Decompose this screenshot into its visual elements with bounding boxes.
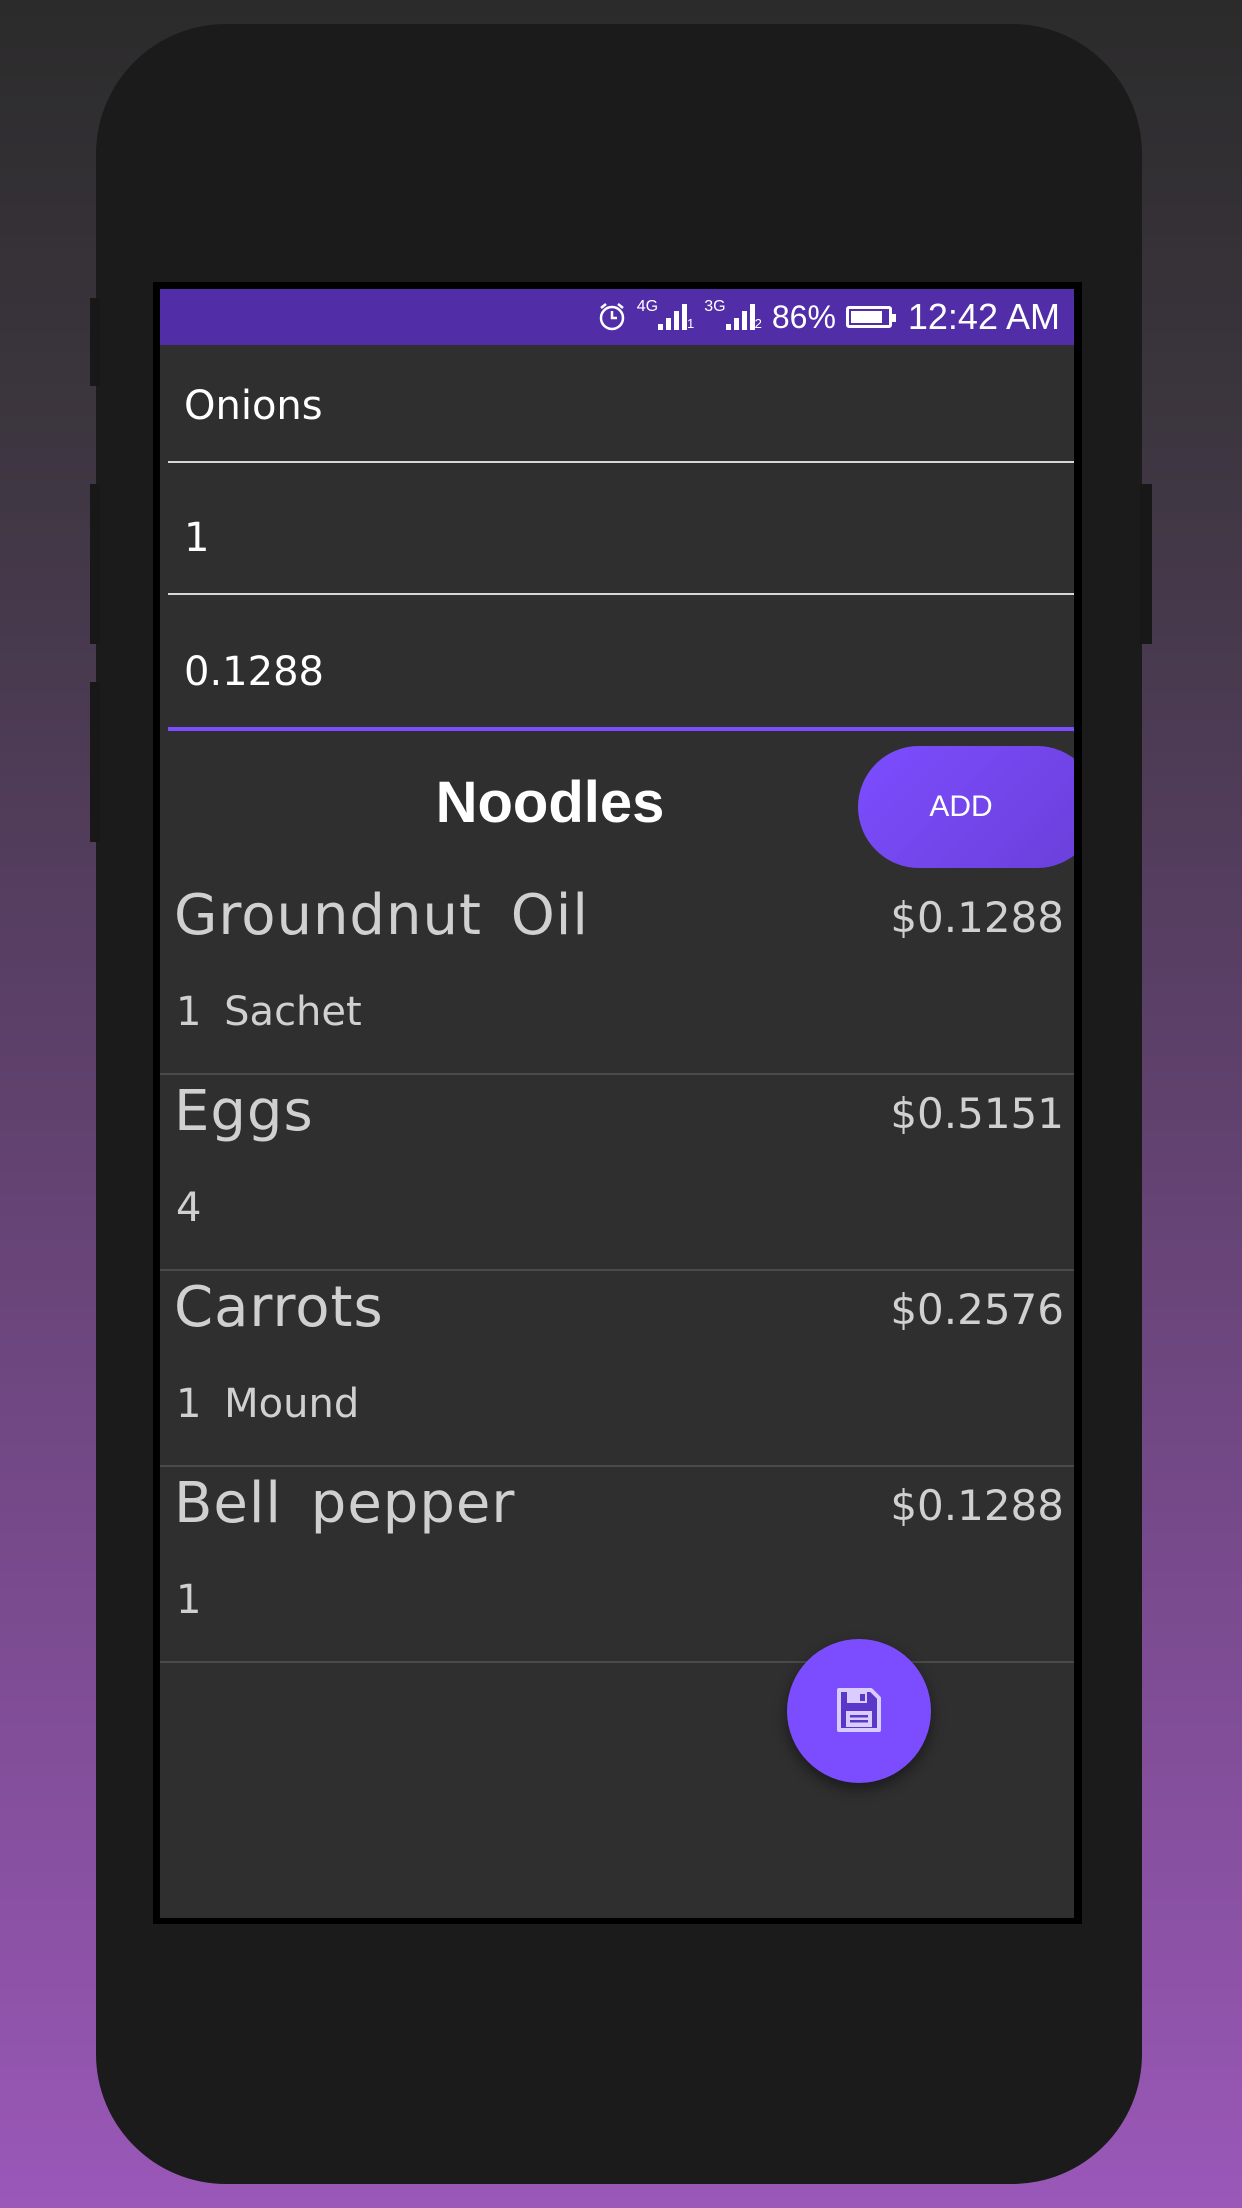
- item-name-underline: [168, 461, 1074, 463]
- add-button[interactable]: ADD: [858, 746, 1074, 868]
- side-button-left-1: [90, 298, 100, 386]
- ingredient-name: Eggs: [174, 1079, 314, 1144]
- ingredient-price: $0.2576: [890, 1285, 1064, 1334]
- quantity-value: 1: [184, 515, 210, 561]
- save-icon: [833, 1684, 885, 1739]
- signal-icon-sim1: 4G 1: [637, 298, 695, 331]
- status-clock: 12:42 AM: [907, 296, 1060, 337]
- ingredient-price: $0.1288: [890, 1481, 1064, 1530]
- price-value: 0.1288: [184, 649, 324, 695]
- ingredient-name: Carrots: [174, 1275, 384, 1340]
- battery-percent: 86%: [771, 298, 836, 335]
- network-type-1: 4G: [636, 298, 659, 315]
- alarm-icon: [597, 302, 627, 332]
- item-name-value: Onions: [184, 383, 323, 429]
- ingredient-name: Bell pepper: [174, 1471, 516, 1536]
- save-button[interactable]: [787, 1639, 931, 1783]
- network-type-2: 3G: [704, 298, 726, 315]
- battery-fill: [850, 311, 882, 323]
- side-button-left-2: [90, 484, 100, 644]
- price-underline: [168, 727, 1074, 731]
- app-screen: 4G 1 3G 2 86% 12:42 AM Onions 1 0.1288 N…: [160, 289, 1074, 1918]
- ingredient-quantity: 1 Sachet: [176, 989, 362, 1035]
- ingredient-name: Groundnut Oil: [174, 883, 589, 948]
- item-name-field[interactable]: Onions: [168, 379, 1074, 469]
- price-field[interactable]: 0.1288: [168, 645, 1074, 739]
- signal-icon-sim2: 3G 2: [704, 298, 762, 331]
- ingredient-price: $0.5151: [890, 1089, 1064, 1138]
- ingredient-quantity: 1 Mound: [176, 1381, 360, 1427]
- list-item[interactable]: Eggs $0.5151 4: [160, 1075, 1074, 1271]
- ingredient-list: Groundnut Oil $0.1288 1 Sachet Eggs $0.5151 4…: [160, 879, 1074, 1663]
- ingredient-price: $0.1288: [890, 893, 1064, 942]
- recipe-title: Noodles: [435, 770, 665, 835]
- sim-index-1: 1: [687, 315, 695, 331]
- sim-index-2: 2: [754, 315, 762, 331]
- list-item[interactable]: Carrots $0.2576 1 Mound: [160, 1271, 1074, 1467]
- side-button-left-3: [90, 682, 100, 842]
- status-bar: 4G 1 3G 2 86% 12:42 AM: [160, 289, 1074, 345]
- list-item[interactable]: Bell pepper $0.1288 1: [160, 1467, 1074, 1663]
- ingredient-quantity: 1: [176, 1577, 202, 1623]
- quantity-underline: [168, 593, 1074, 595]
- side-button-right: [1140, 484, 1152, 644]
- quantity-field[interactable]: 1: [168, 511, 1074, 603]
- list-item[interactable]: Groundnut Oil $0.1288 1 Sachet: [160, 879, 1074, 1075]
- ingredient-quantity: 4: [176, 1185, 202, 1231]
- battery-icon: [845, 306, 896, 328]
